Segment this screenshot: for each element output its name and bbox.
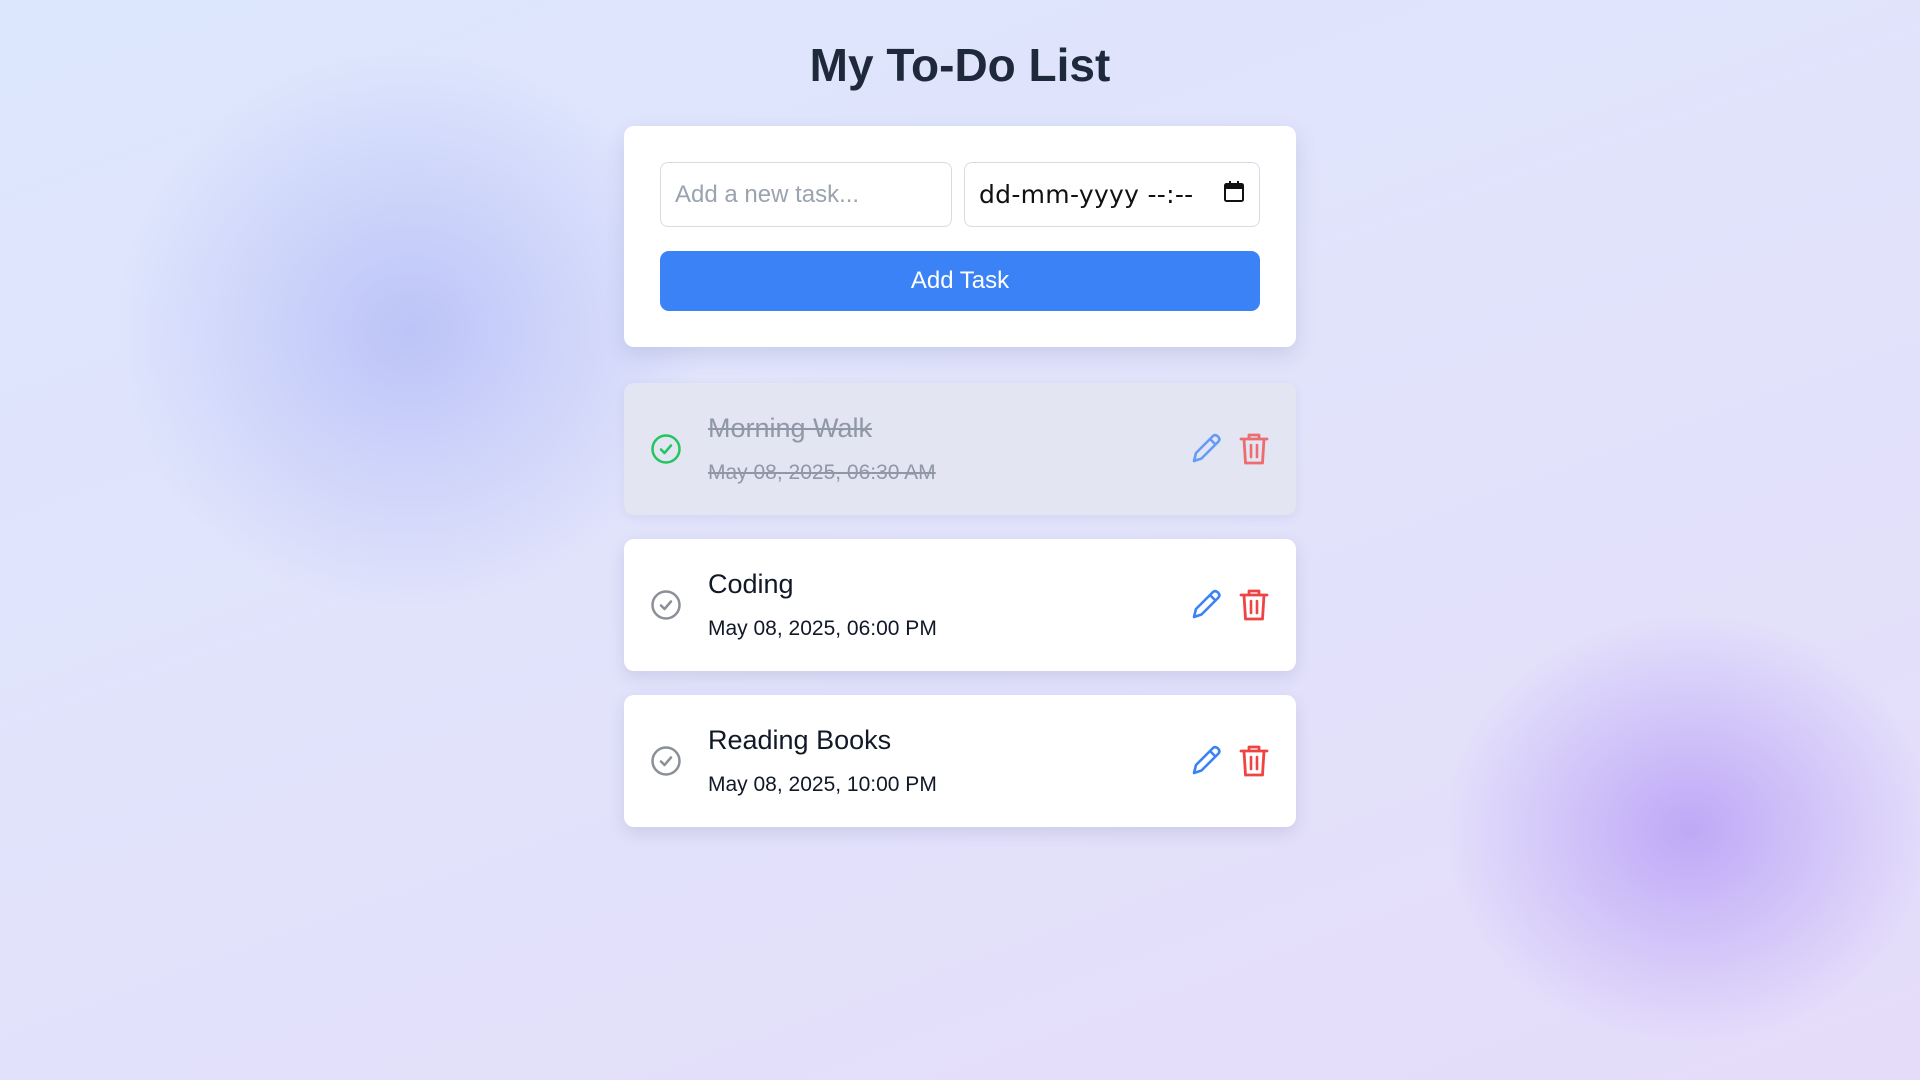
check-circle-icon[interactable] xyxy=(650,589,682,621)
pencil-icon[interactable] xyxy=(1188,743,1224,779)
check-circle-icon[interactable] xyxy=(650,745,682,777)
task-title: Morning Walk xyxy=(708,413,873,443)
add-task-form: dd-mm-yyyy --:-- Add Task xyxy=(624,126,1296,347)
task-datetime: May 08, 2025, 10:00 PM xyxy=(708,773,937,796)
trash-icon[interactable] xyxy=(1238,743,1270,779)
task-title: Reading Books xyxy=(708,725,892,755)
trash-icon[interactable] xyxy=(1238,431,1270,467)
add-task-button[interactable]: Add Task xyxy=(660,251,1260,311)
task-item-morning-walk: Morning Walk May 08, 2025, 06:30 AM xyxy=(624,383,1296,515)
task-datetime: May 08, 2025, 06:30 AM xyxy=(708,461,936,484)
trash-icon[interactable] xyxy=(1238,587,1270,623)
task-item-coding: Coding May 08, 2025, 06:00 PM xyxy=(624,539,1296,671)
check-circle-icon[interactable] xyxy=(650,433,682,465)
pencil-icon[interactable] xyxy=(1188,587,1224,623)
task-title: Coding xyxy=(708,569,794,599)
task-item-reading-books: Reading Books May 08, 2025, 10:00 PM xyxy=(624,695,1296,827)
page-title: My To-Do List xyxy=(809,39,1111,91)
calendar-icon[interactable] xyxy=(1223,180,1245,209)
task-input[interactable] xyxy=(660,162,952,227)
task-datetime: May 08, 2025, 06:00 PM xyxy=(708,617,937,640)
datetime-input[interactable]: dd-mm-yyyy --:-- xyxy=(964,162,1260,227)
pencil-icon[interactable] xyxy=(1188,431,1224,467)
datetime-input-value: dd-mm-yyyy --:-- xyxy=(979,180,1194,209)
